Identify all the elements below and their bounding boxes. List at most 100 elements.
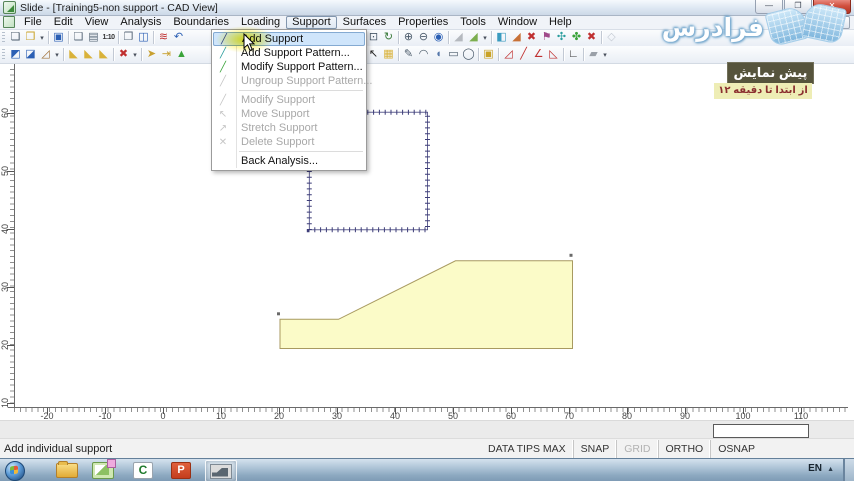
menubar-help[interactable]: Help bbox=[543, 16, 578, 29]
minimize-button[interactable]: — bbox=[755, 0, 783, 14]
status-toggle-data-tips-max[interactable]: DATA TIPS MAX bbox=[481, 440, 573, 458]
wedge-orange-icon[interactable]: ◢ bbox=[509, 30, 524, 45]
dropdown-caret-icon[interactable]: ▾ bbox=[38, 34, 46, 42]
delete-wedge-icon[interactable]: ✖ bbox=[524, 30, 539, 45]
menu-item-add-support[interactable]: ╱ Add Support bbox=[213, 32, 365, 46]
menubar-properties[interactable]: Properties bbox=[392, 16, 454, 29]
measure-angle-icon[interactable]: ∠ bbox=[531, 47, 546, 62]
menubar-analysis[interactable]: Analysis bbox=[114, 16, 167, 29]
taskbar-c-app-button[interactable]: C bbox=[128, 460, 158, 480]
status-toggle-ortho[interactable]: ORTHO bbox=[657, 440, 711, 458]
slope-limits-icon[interactable]: ◿ bbox=[38, 47, 53, 62]
menubar-tools[interactable]: Tools bbox=[454, 16, 492, 29]
measure-triangle-icon[interactable]: ◿ bbox=[501, 47, 516, 62]
add-external-boundary-icon[interactable]: ◩ bbox=[8, 47, 23, 62]
menu-items: File Edit View Analysis Boundaries Loading Sup… bbox=[18, 15, 578, 29]
dropdown-caret-icon[interactable]: ▾ bbox=[53, 51, 61, 59]
menu-item-modify-support-pattern[interactable]: ╱ Modify Support Pattern... bbox=[212, 60, 366, 74]
zoom-extents-icon[interactable]: ◉ bbox=[431, 30, 446, 45]
delete-boundary-icon[interactable]: ✖ bbox=[116, 47, 131, 62]
save-icon[interactable]: ▣ bbox=[51, 30, 66, 45]
menu-item-back-analysis[interactable]: Back Analysis... bbox=[212, 154, 366, 168]
toolbar-drag-handle[interactable] bbox=[2, 31, 5, 44]
wedge-yellow3-icon[interactable]: ◣ bbox=[96, 47, 111, 62]
print-preview-icon[interactable]: ❑ bbox=[71, 30, 86, 45]
toolbar-drag-handle[interactable] bbox=[2, 48, 5, 61]
split-view-icon[interactable]: ◫ bbox=[136, 30, 151, 45]
windows-taskbar: CP EN ▲ bbox=[0, 458, 854, 482]
status-toggle-snap[interactable]: SNAP bbox=[572, 440, 617, 458]
region-tool-icon[interactable]: ◖ bbox=[431, 47, 446, 62]
ungroup-support-pattern-icon: ╱ bbox=[219, 75, 227, 87]
slope-boundary-polygon[interactable] bbox=[279, 260, 573, 349]
close-button[interactable]: ✕ bbox=[813, 0, 851, 14]
mdi-close-button[interactable]: ✕ bbox=[832, 15, 850, 29]
status-toggle-grid[interactable]: GRID bbox=[616, 440, 657, 458]
pan-icon[interactable]: ↻ bbox=[381, 30, 396, 45]
toolbar-separator bbox=[398, 31, 399, 44]
ellipse-tool-icon[interactable]: ◯ bbox=[461, 47, 476, 62]
start-button[interactable] bbox=[5, 461, 25, 481]
bolt-icon[interactable]: ⚑ bbox=[539, 30, 554, 45]
tray-expand-icon[interactable]: ▲ bbox=[827, 466, 834, 473]
zoom-window-icon[interactable]: ⊡ bbox=[366, 30, 381, 45]
measure-line-icon[interactable]: ╱ bbox=[516, 47, 531, 62]
ghost-tool-icon[interactable]: ◇ bbox=[604, 30, 619, 45]
add-material-icon[interactable]: ◧ bbox=[494, 30, 509, 45]
mdi-restore-button[interactable]: ❐ bbox=[812, 15, 830, 29]
menubar-view[interactable]: View bbox=[79, 16, 115, 29]
open-file-icon[interactable]: ❒ bbox=[23, 30, 38, 45]
scatter-move-icon[interactable]: ✤ bbox=[569, 30, 584, 45]
arc-tool-icon[interactable]: ◠ bbox=[416, 47, 431, 62]
copy-icon[interactable]: ❐ bbox=[121, 30, 136, 45]
pencil-icon[interactable]: ✎ bbox=[401, 47, 416, 62]
zoom-in-icon[interactable]: ⊕ bbox=[401, 30, 416, 45]
distributed-load-icon[interactable]: ⇥ bbox=[159, 47, 174, 62]
scatter-add-icon[interactable]: ✣ bbox=[554, 30, 569, 45]
add-boundary-icon[interactable]: ◪ bbox=[23, 47, 38, 62]
taskbar-powerpoint-button[interactable]: P bbox=[166, 460, 196, 480]
menubar-window[interactable]: Window bbox=[492, 16, 543, 29]
wedge-gray-icon[interactable]: ◢ bbox=[451, 30, 466, 45]
maximize-button[interactable]: ❐ bbox=[784, 0, 812, 14]
add-load-icon[interactable]: ➤ bbox=[144, 47, 159, 62]
measure-arc-icon[interactable]: ◺ bbox=[546, 47, 561, 62]
cad-drawing-area[interactable]: -20 -10 0 10 20 30 40 50 60 70 80 90 100 110 60 50 40 30 2… bbox=[0, 63, 854, 421]
menubar-surfaces[interactable]: Surfaces bbox=[337, 16, 392, 29]
menubar-loading[interactable]: Loading bbox=[235, 16, 286, 29]
dropdown-caret-icon[interactable]: ▾ bbox=[601, 51, 609, 59]
menubar-file[interactable]: File bbox=[18, 16, 48, 29]
taskbar-slide-interpret-button[interactable] bbox=[205, 460, 237, 482]
menu-item-delete-support: ✕ Delete Support bbox=[212, 135, 366, 149]
dropdown-caret-icon[interactable]: ▾ bbox=[131, 51, 139, 59]
print-icon[interactable]: ▤ bbox=[86, 30, 101, 45]
menubar-edit[interactable]: Edit bbox=[48, 16, 79, 29]
taskbar-slide-model-button[interactable] bbox=[88, 458, 118, 480]
menu-item-add-support-pattern[interactable]: ╱ Add Support Pattern... bbox=[212, 46, 366, 60]
language-indicator[interactable]: EN bbox=[808, 463, 822, 474]
eraser-icon[interactable]: ▰ bbox=[586, 47, 601, 62]
water-table-icon[interactable]: ▲ bbox=[174, 47, 189, 62]
zoom-scale-icon[interactable]: 1:10 bbox=[101, 30, 116, 45]
snap-grid-icon[interactable]: ▦ bbox=[381, 47, 396, 62]
wedge-green-icon[interactable]: ◢ bbox=[466, 30, 481, 45]
vertex-snap-icon[interactable]: ▣ bbox=[481, 47, 496, 62]
model-drawing[interactable] bbox=[0, 63, 854, 420]
new-file-icon[interactable]: ❏ bbox=[8, 30, 23, 45]
scatter-delete-icon[interactable]: ✖ bbox=[584, 30, 599, 45]
show-desktop-button[interactable] bbox=[843, 459, 854, 481]
rectangle-tool-icon[interactable]: ▭ bbox=[446, 47, 461, 62]
undo-icon[interactable]: ↶ bbox=[171, 30, 186, 45]
toolbar-separator bbox=[601, 31, 602, 44]
wedge-yellow2-icon[interactable]: ◣ bbox=[81, 47, 96, 62]
taskbar-explorer-button[interactable] bbox=[52, 460, 82, 480]
axes-icon[interactable]: ∟ bbox=[566, 47, 581, 62]
zoom-out-icon[interactable]: ⊖ bbox=[416, 30, 431, 45]
select-arrow-icon[interactable]: ↖ bbox=[366, 47, 381, 62]
contours-icon[interactable]: ≋ bbox=[156, 30, 171, 45]
status-toggle-osnap[interactable]: OSNAP bbox=[710, 440, 762, 458]
wedge-yellow1-icon[interactable]: ◣ bbox=[66, 47, 81, 62]
menubar-boundaries[interactable]: Boundaries bbox=[167, 16, 235, 29]
menubar-support[interactable]: Support bbox=[286, 15, 337, 29]
dropdown-caret-icon[interactable]: ▾ bbox=[481, 34, 489, 42]
